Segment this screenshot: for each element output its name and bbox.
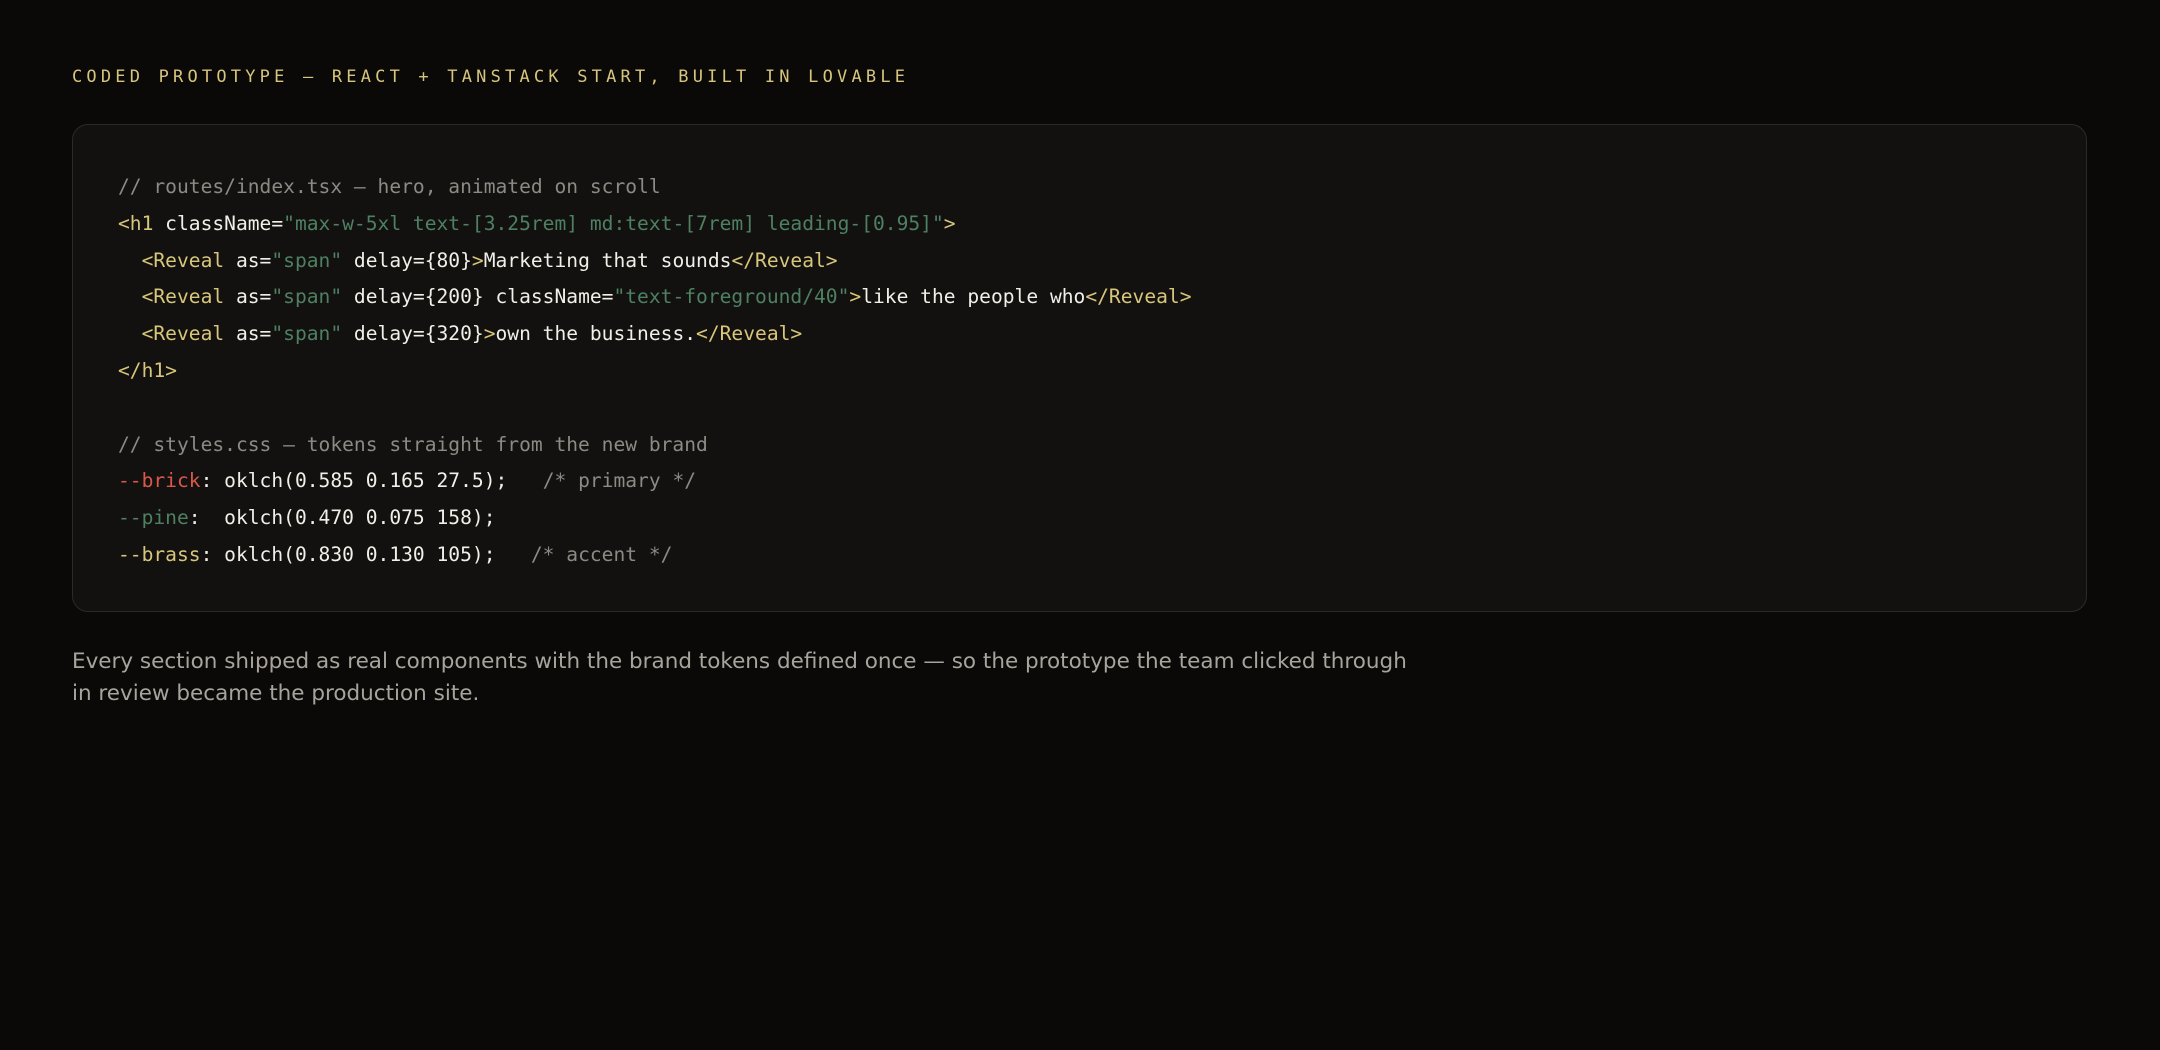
code-line: <Reveal as="span" delay={200} className=… (118, 279, 1192, 316)
code-token-string: "span" (271, 285, 343, 309)
code-token-plain: as= (224, 322, 272, 346)
code-line: <Reveal as="span" delay={80}>Marketing t… (118, 243, 1192, 280)
code-token-tag: </Reveal> (731, 248, 838, 272)
code-token-plain: : oklch(0.830 0.130 105); (200, 542, 531, 566)
code-token-string: "span" (271, 248, 343, 272)
code-line: // styles.css — tokens straight from the… (118, 427, 1192, 464)
code-token-plain: like the people who (861, 285, 1086, 309)
code-token-tag: <Reveal (141, 285, 225, 309)
code-token-brass: --brass (118, 542, 201, 566)
code-token-tag: > (471, 248, 484, 272)
code-token-tag: <Reveal (141, 322, 225, 346)
code-token-tag: </h1> (118, 358, 177, 382)
code-content: // routes/index.tsx — hero, animated on … (118, 169, 1192, 574)
code-line: <h1 className="max-w-5xl text-[3.25rem] … (118, 206, 1192, 243)
code-block: // routes/index.tsx — hero, animated on … (72, 124, 2087, 612)
code-token-string: "text-foreground/40" (613, 285, 850, 309)
code-token-comment: // routes/index.tsx — hero, animated on … (118, 175, 661, 198)
code-token-comment: /* primary */ (542, 469, 697, 493)
code-token-tag: <h1 (118, 211, 154, 235)
code-token-tag: > (483, 322, 496, 346)
code-line: <Reveal as="span" delay={320}>own the bu… (118, 316, 1192, 353)
code-token-comment: // styles.css — tokens straight from the… (118, 432, 708, 456)
code-token-plain: Marketing that sounds (483, 248, 732, 272)
code-token-plain: className= (153, 211, 284, 235)
code-line: // routes/index.tsx — hero, animated on … (118, 169, 1192, 206)
code-token-plain: own the business. (495, 322, 697, 346)
section-eyebrow: CODED PROTOTYPE — REACT + TANSTACK START… (72, 67, 910, 87)
code-token-tag: </Reveal> (1085, 285, 1192, 309)
code-line: </h1> (118, 353, 1192, 390)
caption-text: Every section shipped as real components… (72, 649, 1407, 706)
code-token-plain: delay={320} (342, 322, 484, 346)
code-token-string: "max-w-5xl text-[3.25rem] md:text-[7rem]… (283, 211, 944, 235)
code-token-plain: as= (224, 285, 272, 309)
code-token-brick: --brick (118, 469, 201, 493)
code-token-tag: > (849, 285, 862, 309)
code-token-plain: : oklch(0.470 0.075 158); (188, 506, 496, 530)
code-token-plain: delay={200} className= (342, 285, 614, 309)
code-token-pine: --pine (118, 506, 189, 530)
code-line: --brass: oklch(0.830 0.130 105); /* acce… (118, 537, 1192, 574)
code-token-comment: /* accent */ (530, 542, 673, 566)
code-line: --pine: oklch(0.470 0.075 158); (118, 500, 1192, 537)
code-token-tag: <Reveal (141, 248, 225, 272)
code-line: --brick: oklch(0.585 0.165 27.5); /* pri… (118, 463, 1192, 500)
code-token-plain: delay={80} (342, 248, 472, 272)
code-token-tag: </Reveal> (696, 322, 803, 346)
code-token-tag: > (943, 211, 956, 235)
code-token-plain: : oklch(0.585 0.165 27.5); (200, 469, 543, 493)
code-token-plain: as= (224, 248, 272, 272)
code-token-string: "span" (271, 322, 343, 346)
